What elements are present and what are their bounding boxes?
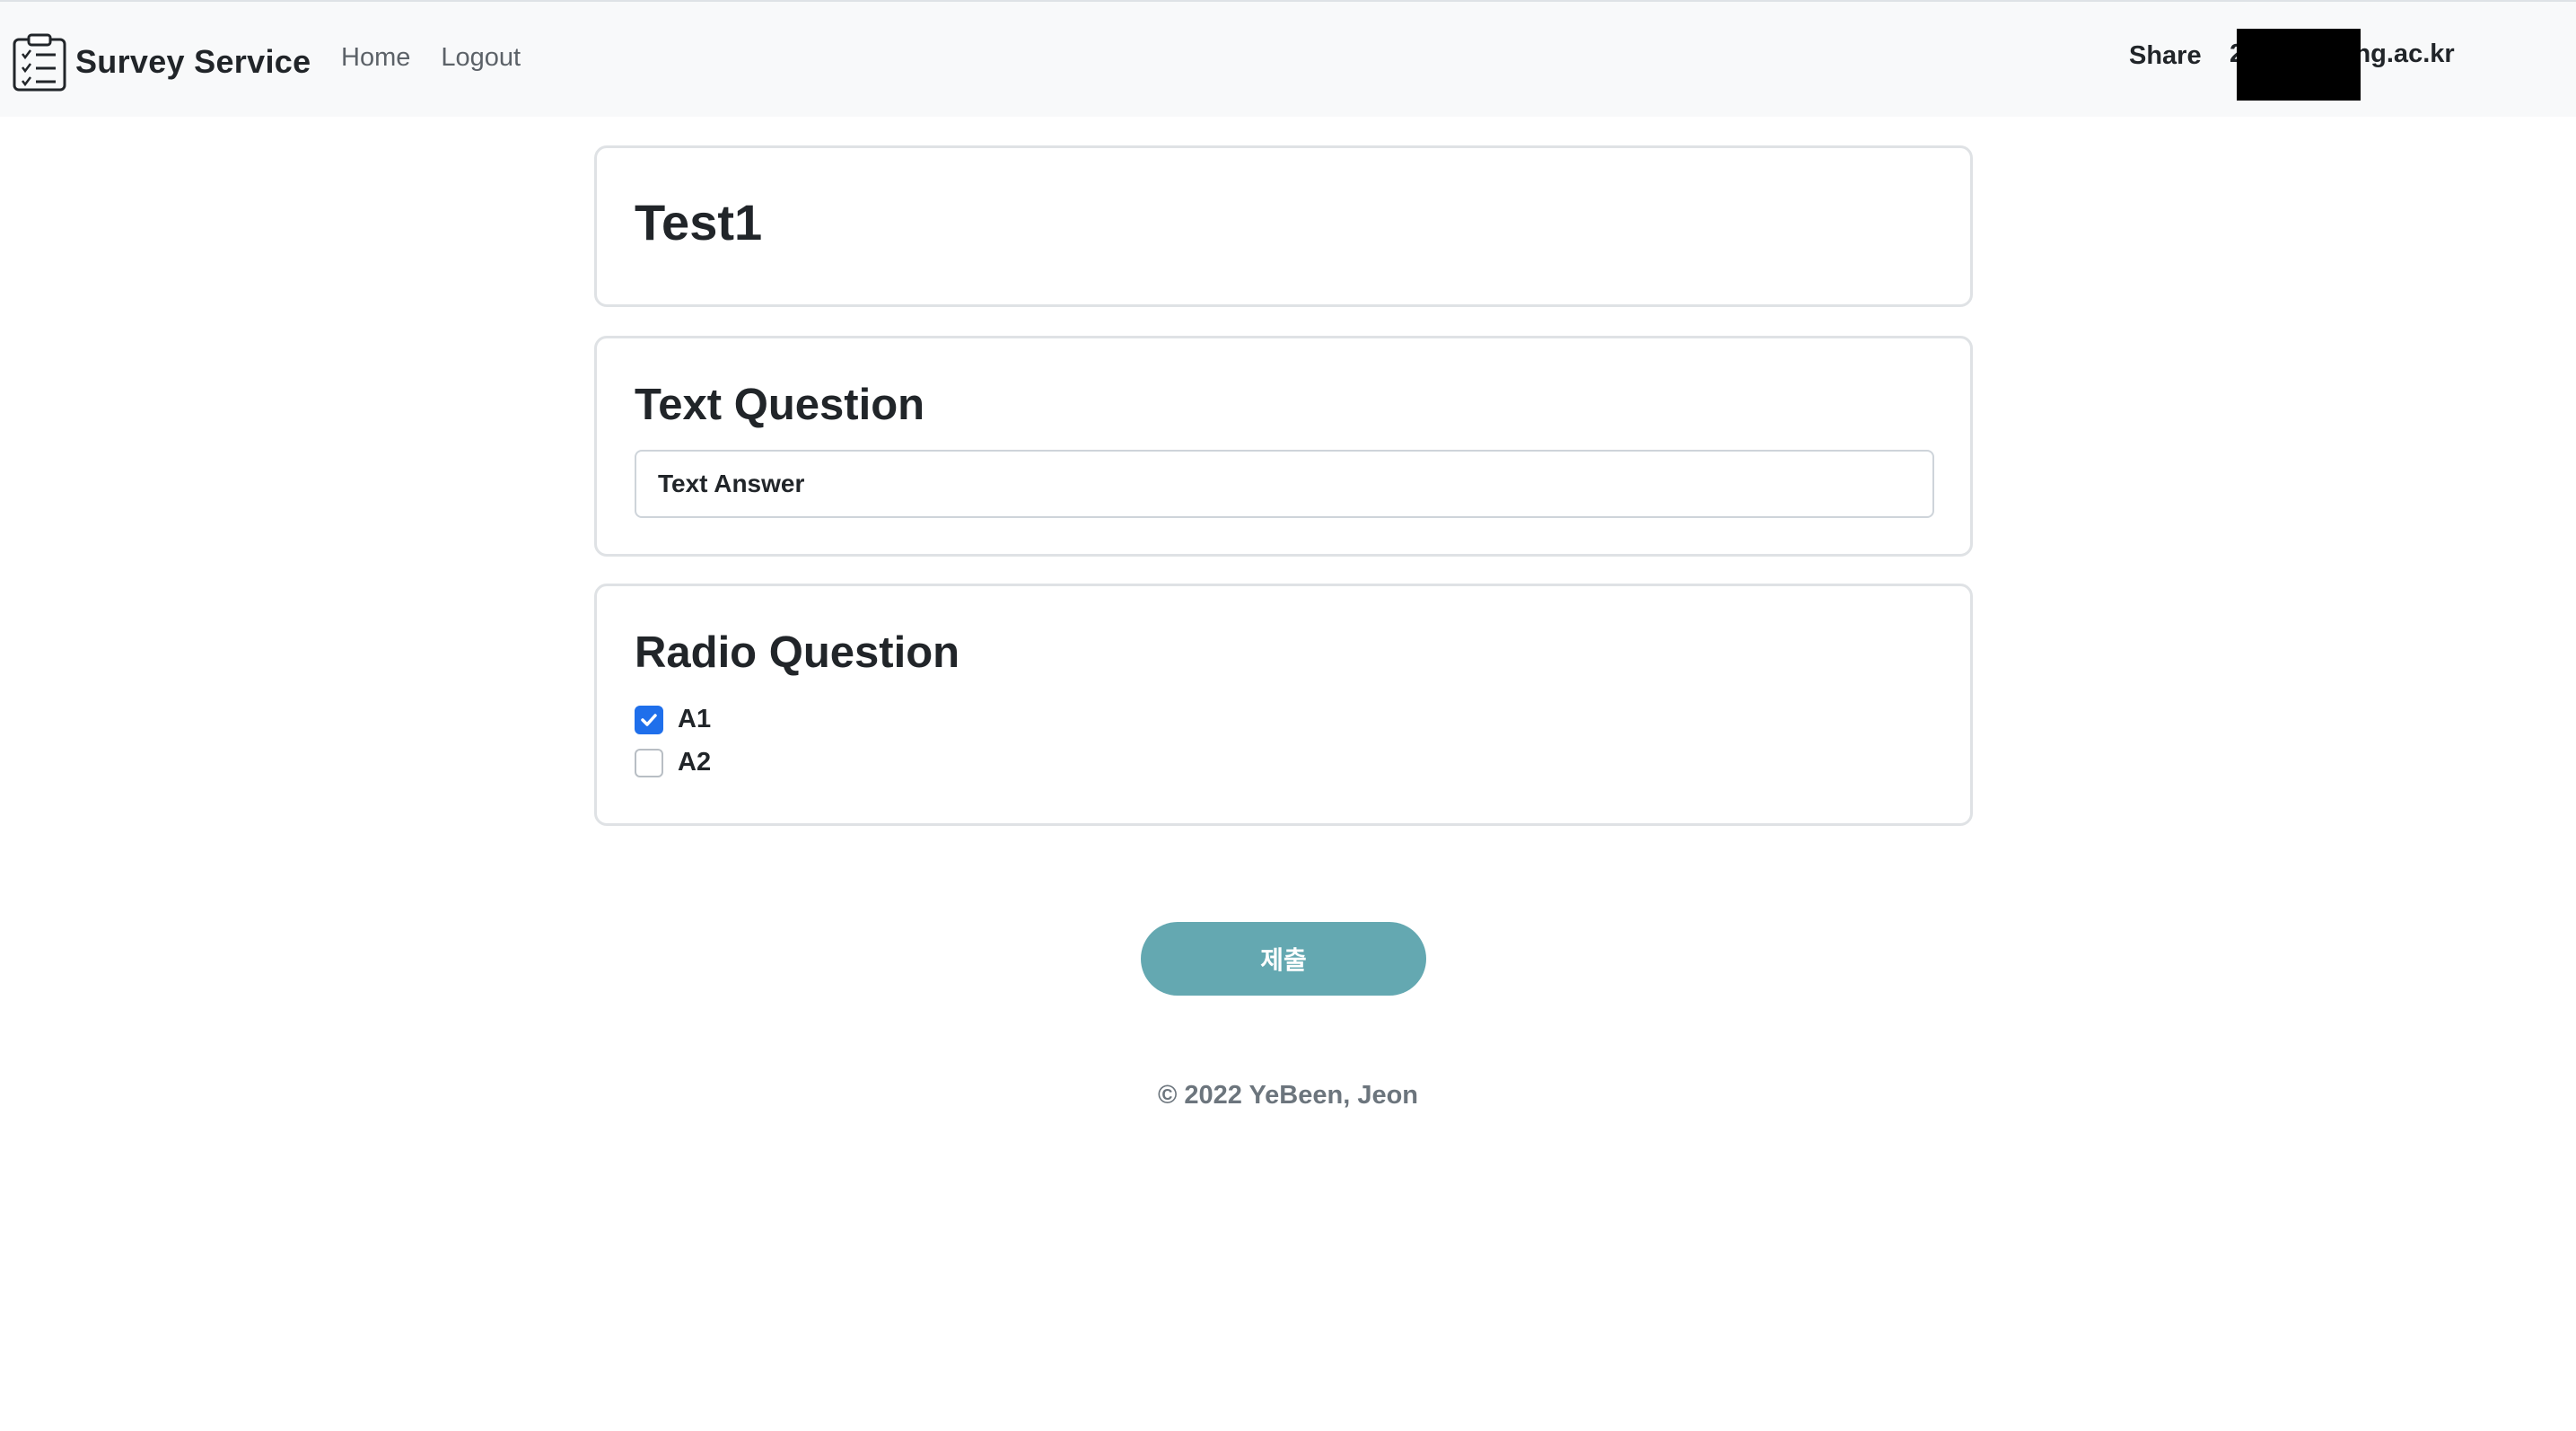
- option-a2[interactable]: A2: [635, 748, 711, 777]
- navbar: Survey Service Home Logout Share 2 @hand…: [0, 0, 2576, 117]
- nav-links: Home Logout: [341, 43, 521, 73]
- radio-question-card: Radio Question A1 A2: [594, 584, 1973, 826]
- brand[interactable]: Survey Service: [11, 32, 311, 92]
- check-icon: [641, 713, 657, 726]
- text-answer-input[interactable]: [635, 450, 1934, 518]
- question-title: Text Question: [635, 381, 925, 429]
- brand-title: Survey Service: [75, 43, 311, 80]
- submit-button[interactable]: 제출: [1141, 922, 1426, 996]
- text-question-card: Text Question: [594, 336, 1973, 557]
- checkbox-checked[interactable]: [635, 705, 663, 734]
- option-label: A1: [678, 705, 712, 733]
- redaction-box: [2237, 29, 2361, 101]
- share-link[interactable]: Share: [2129, 41, 2202, 71]
- question-title: Radio Question: [635, 628, 960, 677]
- survey-title-card: Test1: [594, 145, 1973, 307]
- option-a1[interactable]: A1: [635, 705, 711, 734]
- option-label: A2: [678, 748, 712, 777]
- nav-logout-link[interactable]: Logout: [441, 43, 521, 73]
- nav-home-link[interactable]: Home: [341, 43, 410, 73]
- checkbox-unchecked[interactable]: [635, 748, 663, 777]
- footer-copyright: © 2022 YeBeen, Jeon: [1157, 1081, 1419, 1110]
- clipboard-checklist-icon: [13, 33, 66, 92]
- survey-title: Test1: [635, 194, 763, 250]
